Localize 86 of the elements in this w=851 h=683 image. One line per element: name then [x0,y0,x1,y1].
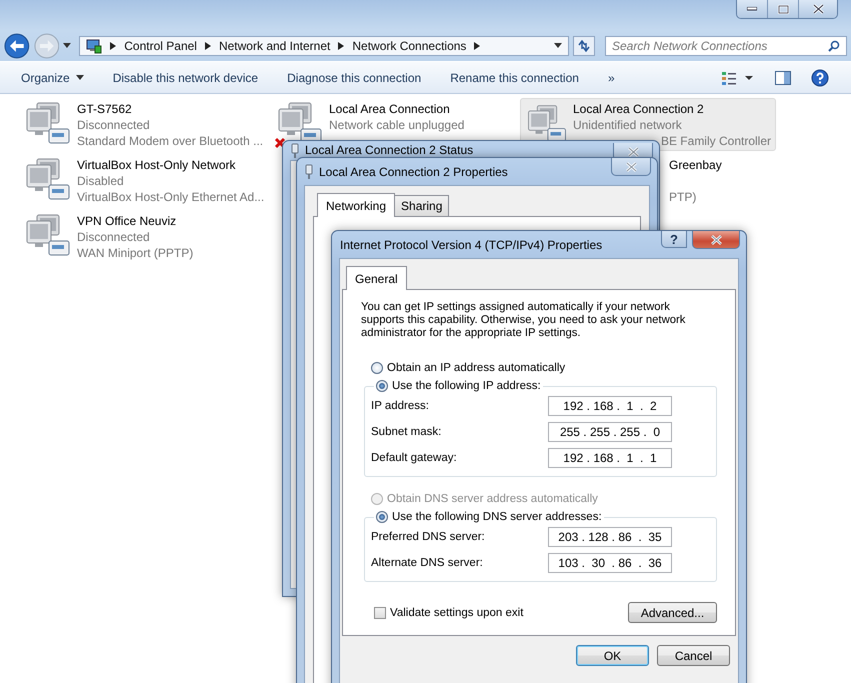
radio-label: Use the following IP address: [392,380,541,392]
help-button[interactable]: ? [661,231,687,248]
connection-item[interactable]: VirtualBox Host-Only Network Disabled VirtualBox Host-Only Ethernet Ad... [18,154,272,207]
connection-name: VPN Office Neuviz [77,213,178,229]
chevron-icon[interactable] [204,42,211,50]
more-commands-button[interactable]: » [598,66,624,88]
radio-button[interactable] [376,380,388,392]
connection-name: GT-S7562 [77,101,133,117]
address-caret-icon [554,43,562,48]
connection-device: Standard Modem over Bluetooth ... [77,133,264,149]
window-title: Local Area Connection 2 Properties [319,164,508,178]
breadcrumb-item[interactable]: Control Panel [124,38,197,52]
tab[interactable]: General [346,266,407,290]
radio-label: Use the following DNS server addresses: [392,511,602,523]
view-options-icon[interactable] [721,70,755,86]
preview-pane-icon[interactable] [775,70,791,84]
window-title: Local Area Connection 2 Status [305,143,474,157]
connection-status: Network cable unplugged [329,117,464,133]
connection-status: Disabled [77,173,125,189]
toolbar-button[interactable]: Organize [12,66,93,88]
breadcrumb-item[interactable]: Network Connections [352,38,466,52]
ipv4-close-button[interactable] [692,231,740,249]
connection-name: Local Area Connection [329,101,451,117]
refresh-button[interactable] [573,36,595,56]
window-title: Internet Protocol Version 4 (TCP/IPv4) Properties [340,238,602,252]
connection-status: Disconnected [77,117,151,133]
toolbar-button[interactable]: Rename this connection [441,66,588,88]
search-icon [828,40,840,52]
connection-status: Disconnected [77,229,151,245]
toolbar-button[interactable]: Diagnose this connection [278,66,430,88]
plug-icon [291,143,299,159]
close-button[interactable] [799,0,837,18]
maximize-button[interactable] [768,0,799,18]
chevron-icon[interactable] [338,42,344,50]
field-label: IP address: [371,400,430,412]
back-button[interactable] [4,32,30,58]
connection-device: WAN Miniport (PPTP) [77,245,194,261]
chevron-icon[interactable] [110,42,116,50]
connection-item[interactable]: VPN Office Neuviz Disconnected WAN Miniport (PPTP) [18,210,272,263]
radio-button[interactable] [376,511,388,523]
chevron-icon[interactable] [474,42,480,50]
close-icon [812,4,824,14]
control-panel-icon [86,38,102,54]
checkbox[interactable] [374,606,386,618]
radio-label: Obtain DNS server address automatically [387,493,598,505]
connection-status: Unidentified network [572,117,683,133]
description-text: You can get IP settings assigned automatically if your network supports this capability. Otherwise, you need to ask your network administrator for the appropriate IP settings. [361,301,686,340]
radio-label: Obtain an IP address automatically [387,362,566,374]
history-caret-icon [63,43,72,48]
connection-name: Local Area Connection 2 [572,101,705,117]
ip-address-field[interactable]: 192 . 168 . 1 . 2 [548,396,672,416]
radio-button[interactable] [371,362,383,374]
search-field[interactable]: Search Network Connections [605,36,847,56]
maximize-icon [778,4,788,14]
minimize-icon [747,7,757,11]
plug-icon [305,164,313,180]
ip-address-field[interactable]: 255 . 255 . 255 . 0 [548,422,672,442]
connection-device: VirtualBox Host-Only Ethernet Ad... [77,189,264,205]
close-icon [626,162,636,172]
caret-icon [76,75,84,80]
refresh-icon [577,40,592,52]
dialog-button[interactable]: OK [576,645,649,666]
field-label: Default gateway: [371,452,458,464]
field-label: Subnet mask: [371,426,442,438]
tab[interactable]: Networking [317,193,396,217]
properties-close-button[interactable] [611,158,651,176]
connection-device: PTP) [669,189,698,205]
minimize-button[interactable] [737,0,768,18]
close-icon [628,146,638,156]
dialog-button[interactable]: Cancel [657,645,730,666]
connection-item[interactable]: GT-S7562 Disconnected Standard Modem over Bluetooth ... [18,98,272,151]
toolbar-button[interactable]: Disable this network device [104,66,268,88]
help-icon[interactable] [811,68,829,86]
tab[interactable]: Sharing [394,195,450,216]
ip-address-field[interactable]: 103 . 30 . 86 . 36 [548,553,672,573]
ip-address-field[interactable]: 192 . 168 . 1 . 1 [548,448,672,468]
field-label: Alternate DNS server: [371,557,484,569]
checkbox-label: Validate settings upon exit [390,606,524,618]
breadcrumb-item[interactable]: Network and Internet [218,38,330,52]
connection-device: BE Family Controller [660,133,771,149]
ip-address-field[interactable]: 203 . 128 . 86 . 35 [548,527,672,547]
field-label: Preferred DNS server: [371,531,486,543]
connection-name: VirtualBox Host-Only Network [77,157,236,173]
advanced-button[interactable]: Advanced... [628,602,717,623]
close-icon [710,234,722,244]
connection-name: Greenbay [669,157,722,173]
